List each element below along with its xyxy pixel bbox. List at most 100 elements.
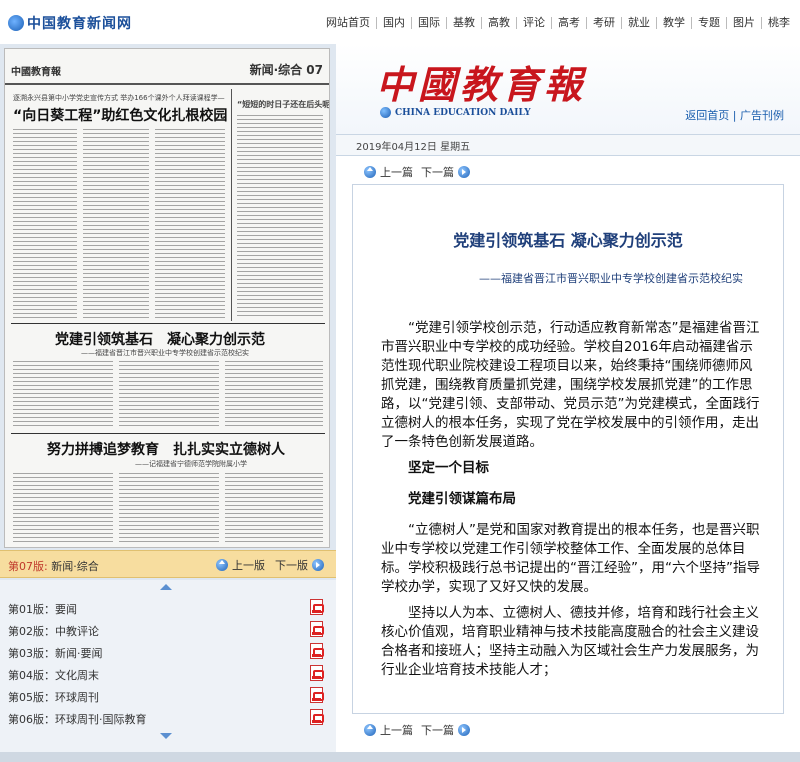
nav-home[interactable]: 网站首页 xyxy=(320,17,376,29)
next-article-link[interactable]: 下一篇 xyxy=(421,722,454,738)
thumbnail-header: 中國教育報 新闻·综合 07 xyxy=(5,49,329,85)
thumbnail-text-block xyxy=(13,473,113,545)
thumbnail-text-block xyxy=(83,129,149,319)
nav-taoli[interactable]: 桃李 xyxy=(761,17,796,29)
page-list-item[interactable]: 第05版：环球周刊 xyxy=(0,685,336,707)
current-page-name: 新闻·综合 xyxy=(51,560,99,573)
thumbnail-rule xyxy=(11,323,325,324)
pdf-icon[interactable] xyxy=(310,665,324,681)
nav-gaokao[interactable]: 高考 xyxy=(551,17,586,29)
thumbnail-headline-4[interactable]: 努力拼搏追梦教育 扎扎实实立德树人 xyxy=(47,439,285,459)
page-list-item[interactable]: 第02版：中教评论 xyxy=(0,619,336,641)
thumbnail-text-block xyxy=(225,473,323,545)
globe-icon xyxy=(380,107,391,118)
article-title: 党建引领筑基石 凝心聚力创示范 xyxy=(453,231,683,250)
page-list-item-label[interactable]: 第06版：环球周刊·国际教育 xyxy=(8,711,147,727)
nav-jobs[interactable]: 就业 xyxy=(621,17,656,29)
next-article-icon[interactable] xyxy=(458,166,470,178)
nav-pictures[interactable]: 图片 xyxy=(726,17,761,29)
page-list: 第01版：要闻 第02版：中教评论 第03版：新闻·要闻 第04版：文化周末 第… xyxy=(0,580,336,762)
nav-basic-edu[interactable]: 基教 xyxy=(446,17,481,29)
prev-article-link[interactable]: 上一篇 xyxy=(380,164,413,180)
next-page-link[interactable]: 下一版 xyxy=(275,557,308,573)
current-page-label: 第07版: 新闻·综合 xyxy=(8,558,99,574)
nav-higher-edu[interactable]: 高教 xyxy=(481,17,516,29)
site-logo-text: 中国教育新闻网 xyxy=(27,16,132,32)
thumbnail-text-block xyxy=(237,115,323,319)
nav-international[interactable]: 国际 xyxy=(411,17,446,29)
prev-article-icon[interactable] xyxy=(364,166,376,178)
article-heading: 党建引领谋篇布局 xyxy=(408,491,516,507)
thumbnail-subhead-4: ——记福建省宁德师范学院附属小学 xyxy=(135,460,247,468)
article-heading: 坚定一个目标 xyxy=(408,460,489,476)
page-list-item[interactable]: 第06版：环球周刊·国际教育 xyxy=(0,707,336,729)
thumbnail-section: 新闻·综合 07 xyxy=(249,63,323,77)
prev-page-icon[interactable] xyxy=(216,559,228,571)
thumbnail-subhead-3: ——福建省晋江市晋兴职业中专学校创建省示范校纪实 xyxy=(81,349,249,357)
page-list-item-label[interactable]: 第05版：环球周刊 xyxy=(8,689,99,705)
issue-bar: 第07版: 新闻·综合 上一版 下一版 xyxy=(0,550,336,578)
nav-topics[interactable]: 专题 xyxy=(691,17,726,29)
thumbnail-text-block xyxy=(13,361,113,429)
thumbnail-headline-3[interactable]: 党建引领筑基石 凝心聚力创示范 xyxy=(55,329,265,349)
thumbnail-column-divider xyxy=(231,89,232,321)
thumbnail-text-block xyxy=(119,361,219,429)
article-body: “党建引领学校创示范，行动适应教育新常态”是福建省晋江市晋兴职业中专学校的成功经… xyxy=(381,319,761,687)
list-scroll-up-icon[interactable] xyxy=(160,584,172,590)
article-paragraph: 坚持以人为本、立德树人、德技并修，培育和践行社会主义核心价值观，培育职业精神与技… xyxy=(381,605,759,678)
article-subtitle: ——福建省晋江市晋兴职业中专学校创建省示范校纪实 xyxy=(479,272,743,285)
thumbnail-kicker-1: 逐溯永兴县第中小学党史宣传方式 举办166个课外个人拜读课程学— xyxy=(13,94,225,102)
page-list-item-label[interactable]: 第04版：文化周末 xyxy=(8,667,99,683)
pdf-icon[interactable] xyxy=(310,643,324,659)
pdf-icon[interactable] xyxy=(310,621,324,637)
top-bar: 中国教育新闻网 网站首页 国内 国际 基教 高教 评论 高考 考研 就业 教学 … xyxy=(0,0,800,50)
page-list-item-label[interactable]: 第02版：中教评论 xyxy=(8,623,99,639)
site-logo[interactable]: 中国教育新闻网 xyxy=(8,13,132,33)
thumbnail-text-block xyxy=(155,129,225,319)
top-nav: 网站首页 国内 国际 基教 高教 评论 高考 考研 就业 教学 专题 图片 桃李 xyxy=(320,17,796,29)
page-list-item[interactable]: 第04版：文化周末 xyxy=(0,663,336,685)
page-list-item[interactable]: 第01版：要闻 xyxy=(0,597,336,619)
list-scroll-down-icon[interactable] xyxy=(160,733,172,739)
issue-date: 2019年04月12日 星期五 xyxy=(336,134,800,156)
article-paragraph: “党建引领学校创示范，行动适应教育新常态”是福建省晋江市晋兴职业中专学校的成功经… xyxy=(381,320,760,450)
page-list-item-label[interactable]: 第01版：要闻 xyxy=(8,601,77,617)
current-page-number: 第07版: xyxy=(8,560,48,573)
article-pager-bottom: 上一篇 下一篇 xyxy=(364,722,470,738)
thumbnail-text-block xyxy=(119,473,219,545)
article: 党建引领筑基石 凝心聚力创示范 ——福建省晋江市晋兴职业中专学校创建省示范校纪实… xyxy=(352,184,784,714)
paper-logo: 中國教育報 xyxy=(376,62,587,107)
paper-logo-en-text: CHINA EDUCATION DAILY xyxy=(395,107,531,118)
paper-logo-en: CHINA EDUCATION DAILY xyxy=(380,107,531,118)
horizontal-scrollbar[interactable] xyxy=(0,752,800,762)
page-list-item-label[interactable]: 第03版：新闻·要闻 xyxy=(8,645,103,661)
banner-links[interactable]: 返回首页 | 广告刊例 xyxy=(685,107,784,123)
prev-page-link[interactable]: 上一版 xyxy=(232,557,265,573)
prev-article-link[interactable]: 上一篇 xyxy=(380,722,413,738)
thumbnail-rule xyxy=(11,433,325,434)
nav-teaching[interactable]: 教学 xyxy=(656,17,691,29)
nav-domestic[interactable]: 国内 xyxy=(376,17,411,29)
article-pager-top: 上一篇 下一篇 xyxy=(364,164,470,180)
right-column: 中國教育報 CHINA EDUCATION DAILY 返回首页 | 广告刊例 … xyxy=(336,44,800,762)
paper-banner: 中國教育報 CHINA EDUCATION DAILY 返回首页 | 广告刊例 xyxy=(336,44,800,134)
prev-article-icon[interactable] xyxy=(364,724,376,736)
nav-kaoyan[interactable]: 考研 xyxy=(586,17,621,29)
nav-commentary[interactable]: 评论 xyxy=(516,17,551,29)
newspaper-page-thumbnail[interactable]: 中國教育報 新闻·综合 07 逐溯永兴县第中小学党史宣传方式 举办166个课外个… xyxy=(4,48,330,548)
thumbnail-text-block xyxy=(13,129,77,319)
thumbnail-masthead: 中國教育報 xyxy=(11,67,61,78)
pdf-icon[interactable] xyxy=(310,599,324,615)
thumbnail-headline-1[interactable]: “向日葵工程”助红色文化扎根校园 xyxy=(13,105,227,125)
thumbnail-text-block xyxy=(225,361,323,429)
next-article-icon[interactable] xyxy=(458,724,470,736)
next-article-link[interactable]: 下一篇 xyxy=(421,164,454,180)
pdf-icon[interactable] xyxy=(310,709,324,725)
pdf-icon[interactable] xyxy=(310,687,324,703)
article-paragraph: “立德树人”是党和国家对教育提出的根本任务，也是晋兴职业中专学校以党建工作引领学… xyxy=(381,522,760,595)
site-logo-icon xyxy=(8,15,24,31)
thumbnail-kicker-2: “短短的时日子还在后头呢” xyxy=(237,100,330,109)
page-list-item[interactable]: 第03版：新闻·要闻 xyxy=(0,641,336,663)
issue-pager: 上一版 下一版 xyxy=(216,557,324,573)
next-page-icon[interactable] xyxy=(312,559,324,571)
